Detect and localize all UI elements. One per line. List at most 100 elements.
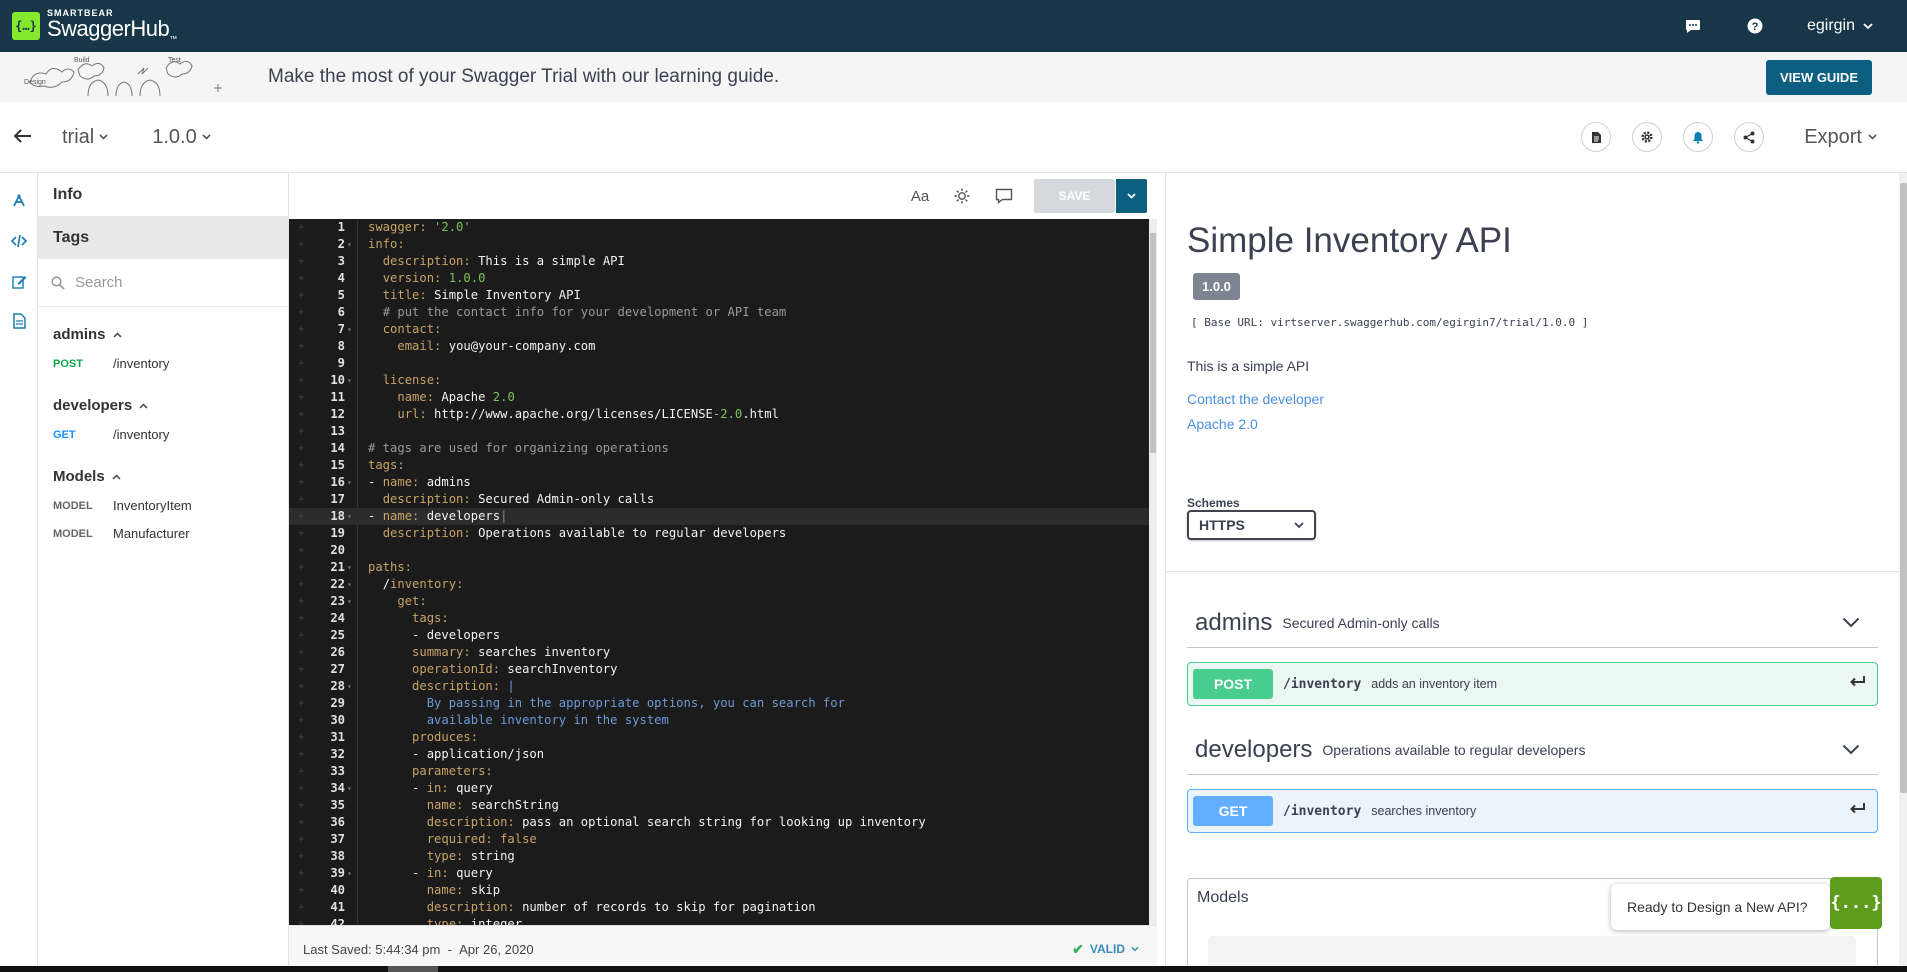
- code-line[interactable]: +7 ▾ contact:: [289, 321, 1149, 338]
- code-line[interactable]: +9: [289, 355, 1149, 372]
- view-guide-button[interactable]: VIEW GUIDE: [1765, 59, 1872, 95]
- comment-icon[interactable]: [992, 184, 1016, 208]
- back-arrow-icon[interactable]: [13, 126, 36, 149]
- code-line[interactable]: +39 ▾ - in: query: [289, 865, 1149, 882]
- share-icon[interactable]: [1734, 122, 1765, 152]
- chat-launcher-button[interactable]: {...}: [1830, 877, 1882, 929]
- code-line[interactable]: +29 By passing in the appropriate option…: [289, 695, 1149, 712]
- code-line[interactable]: +37 required: false: [289, 831, 1149, 848]
- license-link[interactable]: Apache 2.0: [1187, 416, 1258, 432]
- code-line[interactable]: +8 email: you@your-company.com: [289, 338, 1149, 355]
- code-line[interactable]: +26 summary: searches inventory: [289, 644, 1149, 661]
- api-version: 1.0.0: [152, 125, 197, 148]
- schemes-select[interactable]: HTTPS: [1187, 510, 1316, 540]
- code-line[interactable]: +21 ▾ paths:: [289, 559, 1149, 576]
- save-options-dropdown[interactable]: [1115, 179, 1147, 213]
- user-menu[interactable]: egirgin: [1807, 17, 1873, 35]
- documentation-icon[interactable]: [9, 311, 29, 331]
- nav-operation-post-inventory[interactable]: POST /inventory: [53, 356, 288, 371]
- code-line[interactable]: +42 type: integer: [289, 916, 1149, 925]
- tag-section-developers[interactable]: developers Operations available to regul…: [1187, 725, 1878, 775]
- code-line[interactable]: +33 parameters:: [289, 763, 1149, 780]
- code-line[interactable]: +12 url: http://www.apache.org/licenses/…: [289, 406, 1149, 423]
- code-line[interactable]: +30 available inventory in the system: [289, 712, 1149, 729]
- code-line[interactable]: +5 title: Simple Inventory API: [289, 287, 1149, 304]
- code-line[interactable]: +41 description: number of records to sk…: [289, 899, 1149, 916]
- export-menu[interactable]: Export: [1804, 126, 1877, 149]
- design-build-test-illustration: Design Build Test: [24, 57, 222, 97]
- code-line[interactable]: +38 type: string: [289, 848, 1149, 865]
- try-it-return-icon[interactable]: [1849, 802, 1866, 820]
- code-line[interactable]: +11 name: Apache 2.0: [289, 389, 1149, 406]
- search-input[interactable]: [75, 274, 255, 291]
- document-icon[interactable]: [1581, 122, 1612, 152]
- nav-model-manufacturer[interactable]: MODEL Manufacturer: [53, 526, 288, 541]
- code-line[interactable]: +18 ▾ - name: developers|: [289, 508, 1149, 525]
- nav-info[interactable]: Info: [38, 173, 288, 216]
- opblock-post-inventory[interactable]: POST /inventory adds an inventory item: [1187, 662, 1878, 706]
- editor-scrollbar[interactable]: [1149, 219, 1157, 925]
- code-line[interactable]: +25 - developers: [289, 627, 1149, 644]
- code-line[interactable]: +15 tags:: [289, 457, 1149, 474]
- chat-prompt-bubble[interactable]: Ready to Design a New API?: [1611, 884, 1830, 930]
- opblock-get-inventory[interactable]: GET /inventory searches inventory: [1187, 789, 1878, 833]
- group-toggle-admins[interactable]: admins: [53, 326, 288, 343]
- api-name-dropdown[interactable]: trial: [62, 126, 108, 149]
- font-size-toggle[interactable]: Aa: [908, 184, 932, 208]
- theme-sun-icon[interactable]: [950, 184, 974, 208]
- code-line[interactable]: +22 ▾ /inventory:: [289, 576, 1149, 593]
- code-line[interactable]: +1 swagger: '2.0': [289, 219, 1149, 236]
- code-line[interactable]: +35 name: searchString: [289, 797, 1149, 814]
- code-line[interactable]: +6 # put the contact info for your devel…: [289, 304, 1149, 321]
- code-line[interactable]: +20: [289, 542, 1149, 559]
- chevron-down-icon: [1131, 946, 1139, 952]
- code-line[interactable]: +27 operationId: searchInventory: [289, 661, 1149, 678]
- tag-name: admins: [1195, 608, 1273, 636]
- code-editor-icon[interactable]: [9, 231, 29, 251]
- chat-icon[interactable]: [1683, 16, 1703, 36]
- code-line[interactable]: +28 ▾ description: |: [289, 678, 1149, 695]
- code-line[interactable]: +13: [289, 423, 1149, 440]
- code-line[interactable]: +10 ▾ license:: [289, 372, 1149, 389]
- docs-scrollbar-thumb[interactable]: [1900, 183, 1907, 793]
- nav-model-inventory-item[interactable]: MODEL InventoryItem: [53, 498, 288, 513]
- bottom-scrollbar[interactable]: [0, 966, 1907, 972]
- contact-developer-link[interactable]: Contact the developer: [1187, 391, 1324, 407]
- code-line[interactable]: +16 ▾ - name: admins: [289, 474, 1149, 491]
- notification-bell-icon[interactable]: [1683, 122, 1714, 152]
- docs-scrollbar[interactable]: [1899, 173, 1907, 972]
- validation-status[interactable]: ✔ VALID: [1072, 941, 1139, 958]
- try-it-return-icon[interactable]: [1849, 675, 1866, 693]
- code-line[interactable]: +2 ▾ info:: [289, 236, 1149, 253]
- version-dropdown[interactable]: 1.0.0: [152, 125, 211, 149]
- design-view-icon[interactable]: [9, 191, 29, 211]
- group-toggle-developers[interactable]: developers: [53, 397, 288, 414]
- tag-section-admins[interactable]: admins Secured Admin-only calls: [1187, 598, 1878, 648]
- nav-tags[interactable]: Tags: [38, 216, 288, 259]
- save-button[interactable]: SAVE: [1034, 179, 1115, 213]
- code-line[interactable]: +17 description: Secured Admin-only call…: [289, 491, 1149, 508]
- nav-operation-get-inventory[interactable]: GET /inventory: [53, 427, 288, 442]
- code-line[interactable]: +4 version: 1.0.0: [289, 270, 1149, 287]
- code-line[interactable]: +3 description: This is a simple API: [289, 253, 1149, 270]
- settings-gear-icon[interactable]: [1632, 122, 1663, 152]
- code-line[interactable]: +19 description: Operations available to…: [289, 525, 1149, 542]
- code-line[interactable]: +32 - application/json: [289, 746, 1149, 763]
- bottom-scrollbar-thumb[interactable]: [388, 966, 438, 972]
- code-line[interactable]: +36 description: pass an optional search…: [289, 814, 1149, 831]
- fold-gutter-plus: +: [298, 868, 305, 879]
- editor-scrollbar-thumb[interactable]: [1150, 233, 1156, 453]
- swaggerhub-logo[interactable]: {…} SMARTBEAR SwaggerHub™: [12, 8, 177, 43]
- edit-icon[interactable]: [9, 271, 29, 291]
- code-line[interactable]: +34 ▾ - in: query: [289, 780, 1149, 797]
- code-line[interactable]: +23 ▾ get:: [289, 593, 1149, 610]
- group-toggle-models[interactable]: Models: [53, 468, 288, 485]
- code-line[interactable]: +40 name: skip: [289, 882, 1149, 899]
- yaml-code-editor[interactable]: +1 swagger: '2.0' +2 ▾ info: +3 description: …: [289, 219, 1149, 925]
- banner-message: Make the most of your Swagger Trial with…: [268, 66, 780, 87]
- code-line[interactable]: +31 produces:: [289, 729, 1149, 746]
- code-line[interactable]: +14 # tags are used for organizing operat…: [289, 440, 1149, 457]
- code-line[interactable]: +24 tags:: [289, 610, 1149, 627]
- help-icon[interactable]: ?: [1745, 16, 1765, 36]
